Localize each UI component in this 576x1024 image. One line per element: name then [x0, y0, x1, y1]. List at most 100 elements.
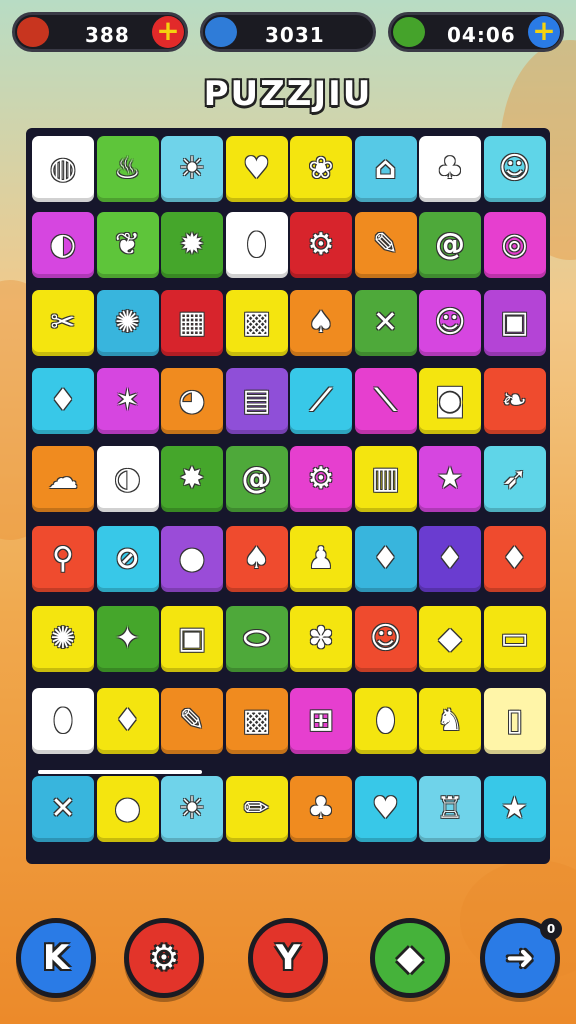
monkey-icon: ☺ — [369, 621, 402, 656]
tile-r2-c6[interactable]: ✎ — [354, 212, 417, 278]
tile-r5-c8[interactable]: ➶ — [483, 446, 546, 512]
cog-icon: ⚙ — [307, 461, 335, 496]
tile-r3-c2[interactable]: ✺ — [96, 290, 159, 356]
tile-r8-c3[interactable]: ✎ — [161, 688, 223, 754]
tile-r7-c4[interactable]: ⬭ — [225, 606, 288, 672]
tile-r1-c8[interactable]: ☺ — [483, 136, 546, 202]
tile-r7-c8[interactable]: ▭ — [483, 606, 546, 672]
camera-icon: ◙ — [435, 383, 465, 418]
tile-r7-c7[interactable]: ◆ — [419, 606, 481, 672]
progress-bar — [38, 770, 202, 774]
tile-r6-c7[interactable]: ♦ — [419, 526, 481, 592]
tile-r6-c4[interactable]: ♠ — [225, 526, 288, 592]
tile-r3-c3[interactable]: ▦ — [161, 290, 223, 356]
tile-r3-c7[interactable]: ☺ — [419, 290, 481, 356]
tile-r4-c6[interactable]: ⟍ — [354, 368, 417, 434]
tile-r3-c8[interactable]: ▣ — [483, 290, 546, 356]
tile-r5-c3[interactable]: ✸ — [161, 446, 223, 512]
tile-r6-c8[interactable]: ♦ — [483, 526, 546, 592]
tile-r4-c1[interactable]: ♦ — [32, 368, 94, 434]
tile-r5-c5[interactable]: ⚙ — [290, 446, 352, 512]
tile-r6-c3[interactable]: ● — [161, 526, 223, 592]
back-button[interactable]: K — [16, 918, 96, 998]
settings-button[interactable]: ⚙ — [124, 918, 204, 998]
hint-button[interactable]: Y — [248, 918, 328, 998]
tile-r1-c5[interactable]: ❀ — [290, 136, 352, 202]
feather-icon — [17, 17, 49, 47]
tile-r5-c7[interactable]: ★ — [419, 446, 481, 512]
add-time-button[interactable]: + — [528, 16, 560, 48]
crossed-tools-icon: ✕ — [372, 305, 399, 340]
tile-r4-c5[interactable]: ⟋ — [290, 368, 352, 434]
tile-r3-c1[interactable]: ✂ — [32, 290, 94, 356]
tile-r4-c4[interactable]: ▤ — [225, 368, 288, 434]
planet-icon: ◍ — [49, 151, 77, 186]
tile-r8-c2[interactable]: ♦ — [96, 688, 159, 754]
drop-icon: ♦ — [49, 383, 77, 418]
water-drop-icon — [205, 17, 237, 47]
tile-r1-c6[interactable]: ⌂ — [354, 136, 417, 202]
tile-r3-c6[interactable]: ✕ — [354, 290, 417, 356]
tile-r6-c5[interactable]: ♟ — [290, 526, 352, 592]
star-icon: ★ — [501, 791, 528, 826]
tile-r2-c7[interactable]: @ — [419, 212, 481, 278]
tile-r7-c5[interactable]: ✽ — [290, 606, 352, 672]
arrow-right-icon: ➜ — [505, 938, 535, 978]
tile-r8-c6[interactable]: ⬮ — [354, 688, 417, 754]
tile-r8-c5[interactable]: ⊞ — [290, 688, 352, 754]
power-up-button[interactable]: ◆ — [370, 918, 450, 998]
timer-counter: 04:06 + — [388, 12, 564, 52]
tile-r2-c2[interactable]: ❦ — [96, 212, 159, 278]
tile-r1-c4[interactable]: ♥ — [225, 136, 288, 202]
tile-r8-c7[interactable]: ♞ — [419, 688, 481, 754]
tile-r5-c1[interactable]: ☁ — [32, 446, 94, 512]
tile-r1-c1[interactable]: ◍ — [32, 136, 94, 202]
tile-r2-c8[interactable]: ◎ — [483, 212, 546, 278]
shield-icon: ◆ — [396, 938, 424, 978]
tile-r7-c1[interactable]: ✺ — [32, 606, 94, 672]
tile-r5-c2[interactable]: ◑ — [96, 446, 159, 512]
tile-r7-c2[interactable]: ✦ — [96, 606, 159, 672]
tile-r2-c4[interactable]: ⬮ — [225, 212, 288, 278]
leaf-icon — [393, 17, 425, 47]
tile-r2-c5[interactable]: ⚙ — [290, 212, 352, 278]
tile-r4-c3[interactable]: ◕ — [161, 368, 223, 434]
splat-icon: ✸ — [179, 461, 205, 496]
virus-icon: ✺ — [50, 621, 76, 656]
block-icon: ◆ — [438, 621, 462, 656]
tile-r9-c8[interactable]: ★ — [483, 776, 546, 842]
tile-r1-c7[interactable]: ♣ — [419, 136, 481, 202]
tile-r8-c8[interactable]: ▯ — [483, 688, 546, 754]
tile-r9-c6[interactable]: ♥ — [354, 776, 417, 842]
tile-r6-c6[interactable]: ♦ — [354, 526, 417, 592]
tile-r9-c4[interactable]: ✏ — [225, 776, 288, 842]
bird-icon: ❀ — [308, 151, 334, 186]
tile-r9-c5[interactable]: ♣ — [290, 776, 352, 842]
tile-r2-c3[interactable]: ✹ — [161, 212, 223, 278]
tile-r4-c7[interactable]: ◙ — [419, 368, 481, 434]
crossed-swords-icon: ✕ — [50, 791, 76, 826]
tile-r9-c3[interactable]: ☀ — [161, 776, 223, 842]
tile-r7-c3[interactable]: ▣ — [161, 606, 223, 672]
tile-r4-c2[interactable]: ✶ — [96, 368, 159, 434]
tile-r5-c6[interactable]: ▥ — [354, 446, 417, 512]
tile-r9-c7[interactable]: ♖ — [419, 776, 481, 842]
hud-bar: 388 + 3031 04:06 + — [0, 12, 576, 56]
tile-r8-c1[interactable]: ⬮ — [32, 688, 94, 754]
tile-r2-c1[interactable]: ◐ — [32, 212, 94, 278]
tile-r6-c2[interactable]: ⊘ — [96, 526, 159, 592]
tile-r9-c2[interactable]: ● — [96, 776, 159, 842]
tile-r3-c5[interactable]: ♠ — [290, 290, 352, 356]
tile-r9-c1[interactable]: ✕ — [32, 776, 94, 842]
add-lives-button[interactable]: + — [152, 16, 184, 48]
tile-r6-c1[interactable]: ⚲ — [32, 526, 94, 592]
tile-r5-c4[interactable]: @ — [225, 446, 288, 512]
tile-r4-c8[interactable]: ❧ — [483, 368, 546, 434]
basket-icon: ⊞ — [308, 703, 334, 738]
tile-r8-c4[interactable]: ▩ — [225, 688, 288, 754]
tile-r1-c2[interactable]: ♨ — [96, 136, 159, 202]
tile-r3-c4[interactable]: ▩ — [225, 290, 288, 356]
tile-r7-c6[interactable]: ☺ — [354, 606, 417, 672]
egg-blue-icon: ⬮ — [376, 703, 395, 738]
tile-r1-c3[interactable]: ☀ — [161, 136, 223, 202]
